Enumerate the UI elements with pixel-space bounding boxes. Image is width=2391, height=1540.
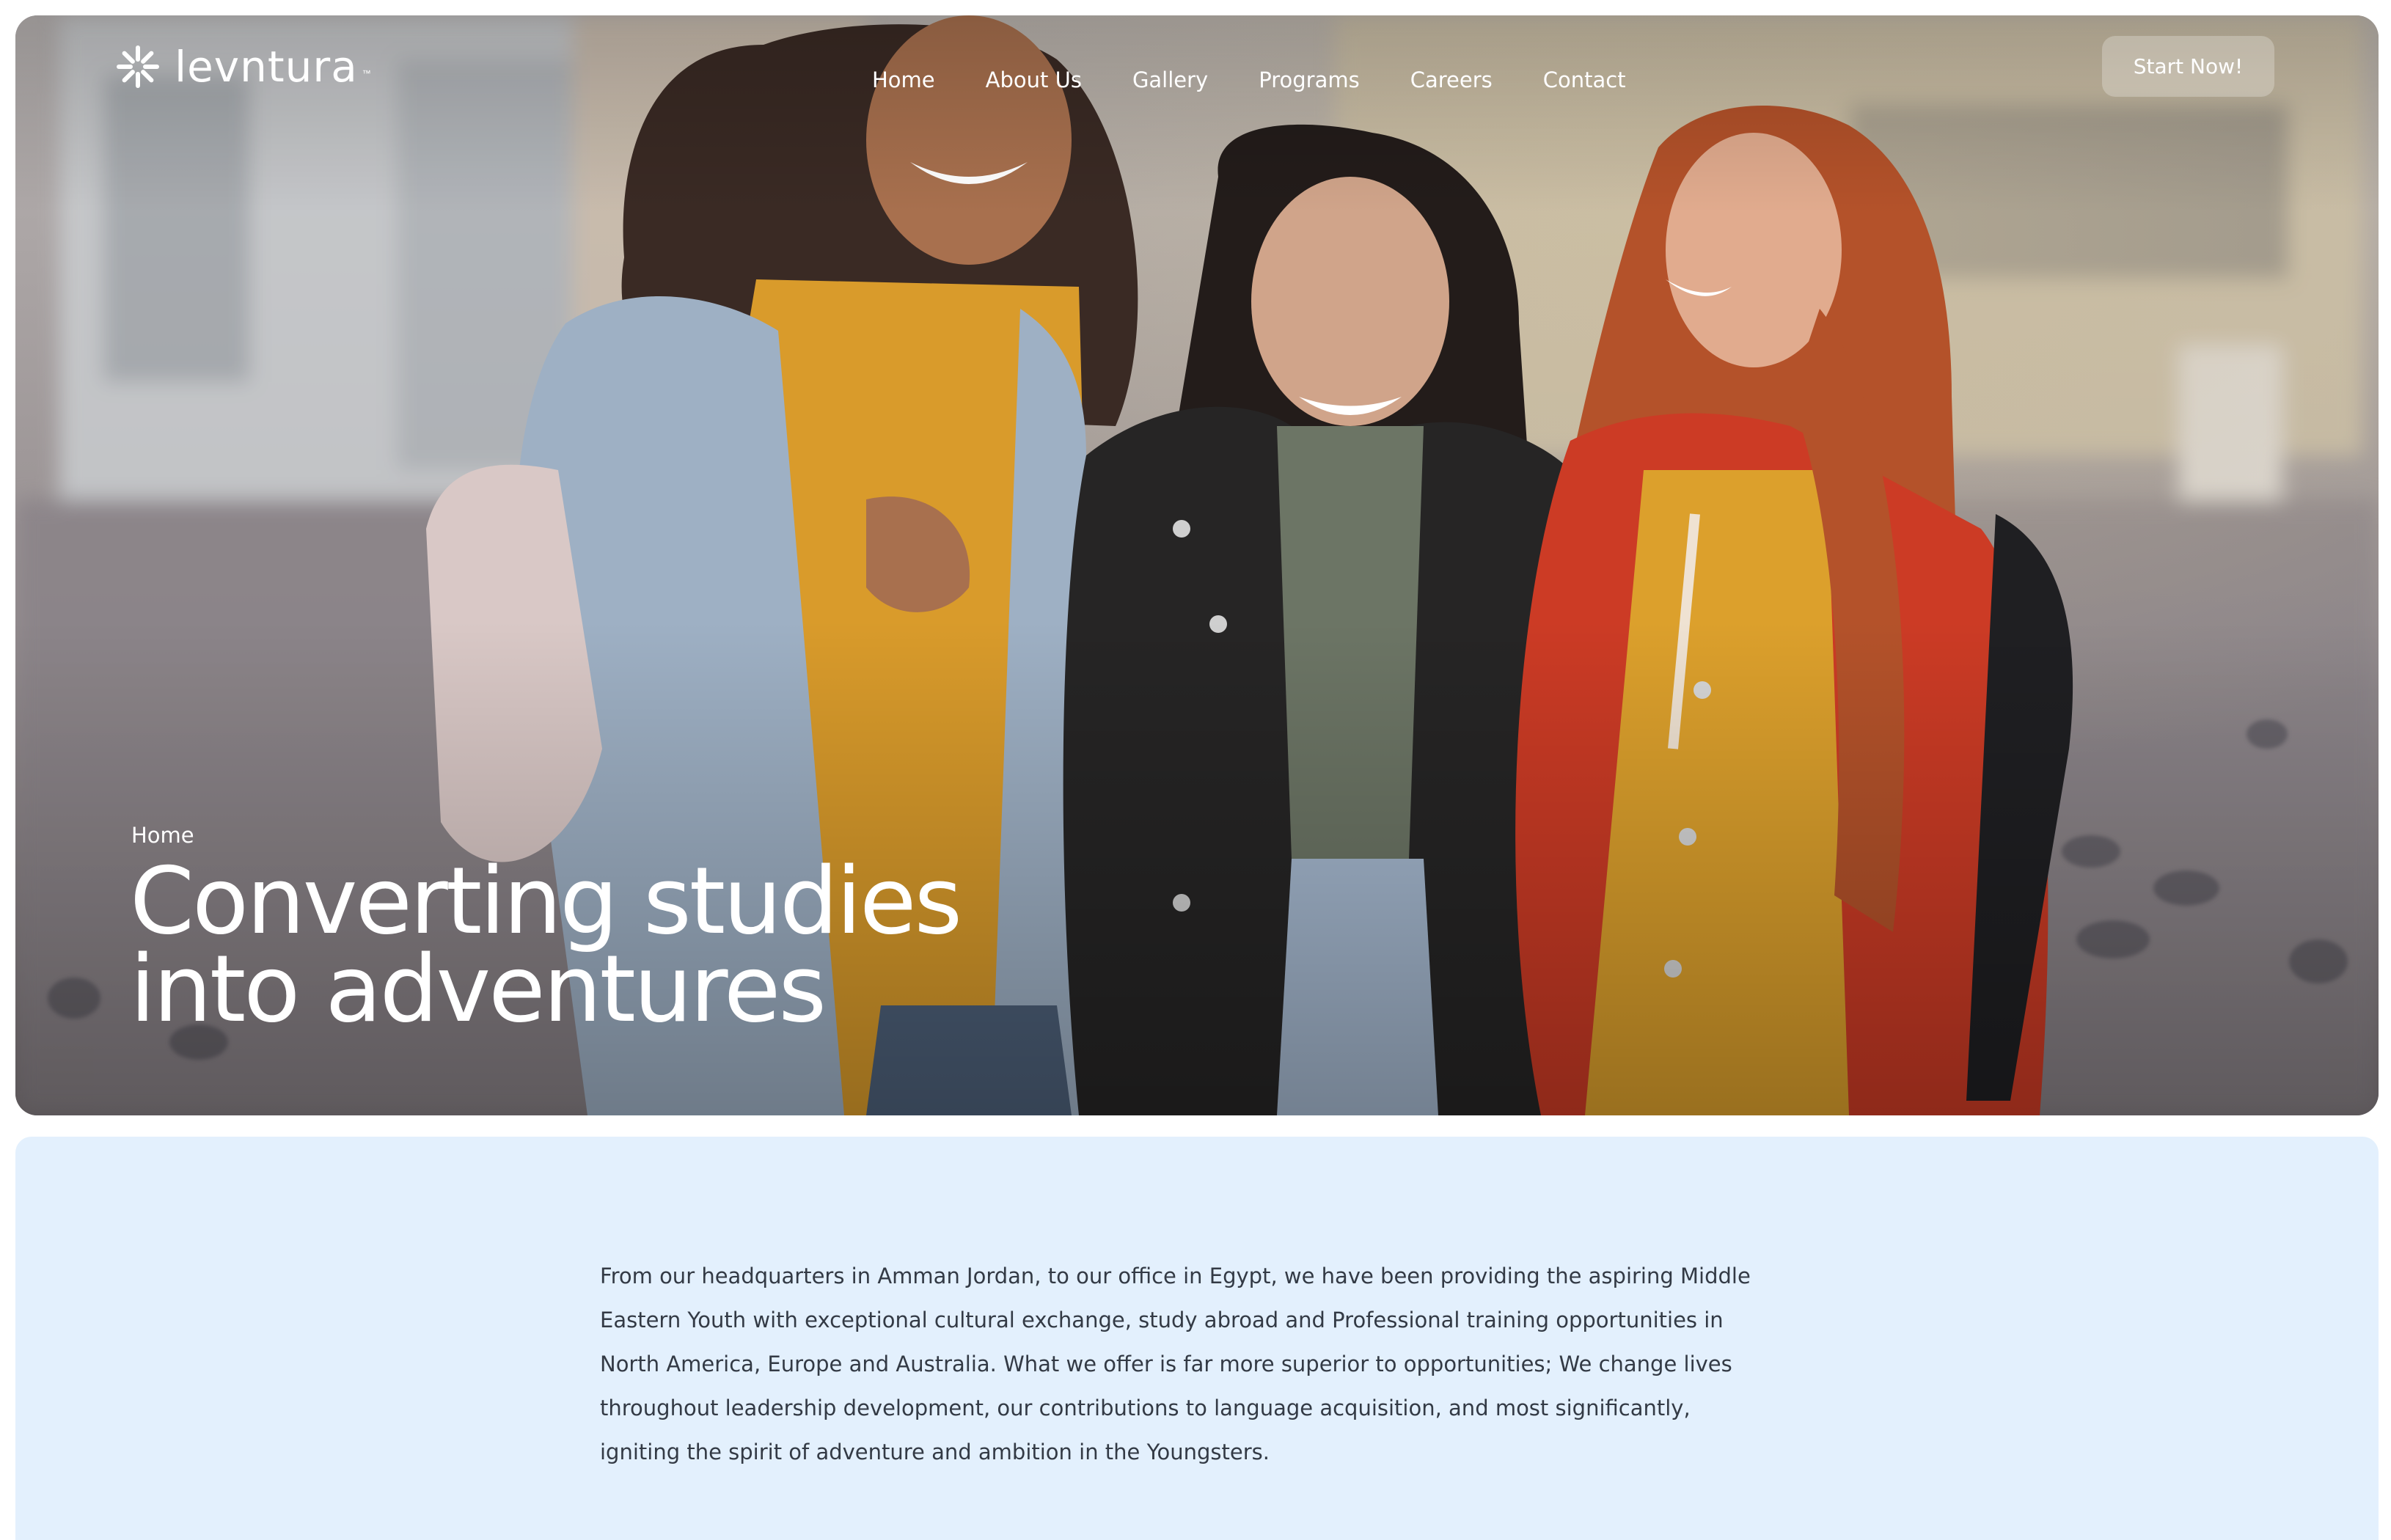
- start-now-button[interactable]: Start Now!: [2102, 36, 2274, 97]
- hero-headline-line-2: into adventures: [130, 935, 827, 1043]
- asterisk-logo-icon: [116, 45, 160, 89]
- main-navigation: Home About Us Gallery Programs Careers C…: [872, 65, 1626, 95]
- trademark-symbol: ™: [362, 68, 371, 78]
- hero-section: levntura ™ Home About Us Gallery Program…: [15, 15, 2379, 1115]
- nav-about-us[interactable]: About Us: [986, 65, 1082, 95]
- nav-careers[interactable]: Careers: [1410, 65, 1493, 95]
- nav-contact[interactable]: Contact: [1543, 65, 1626, 95]
- brand-logo[interactable]: levntura ™: [116, 42, 371, 92]
- hero-headline-line-1: Converting studies: [130, 847, 962, 955]
- breadcrumb-home[interactable]: Home: [131, 823, 194, 848]
- nav-gallery[interactable]: Gallery: [1132, 65, 1208, 95]
- hero-headline: Converting studies into adventures: [130, 847, 1010, 1043]
- brand-name: levntura: [175, 42, 358, 92]
- about-paragraph: From our headquarters in Amman Jordan, t…: [600, 1264, 1751, 1464]
- nav-programs[interactable]: Programs: [1259, 65, 1359, 95]
- nav-home[interactable]: Home: [872, 65, 935, 95]
- page: levntura ™ Home About Us Gallery Program…: [0, 0, 2391, 1540]
